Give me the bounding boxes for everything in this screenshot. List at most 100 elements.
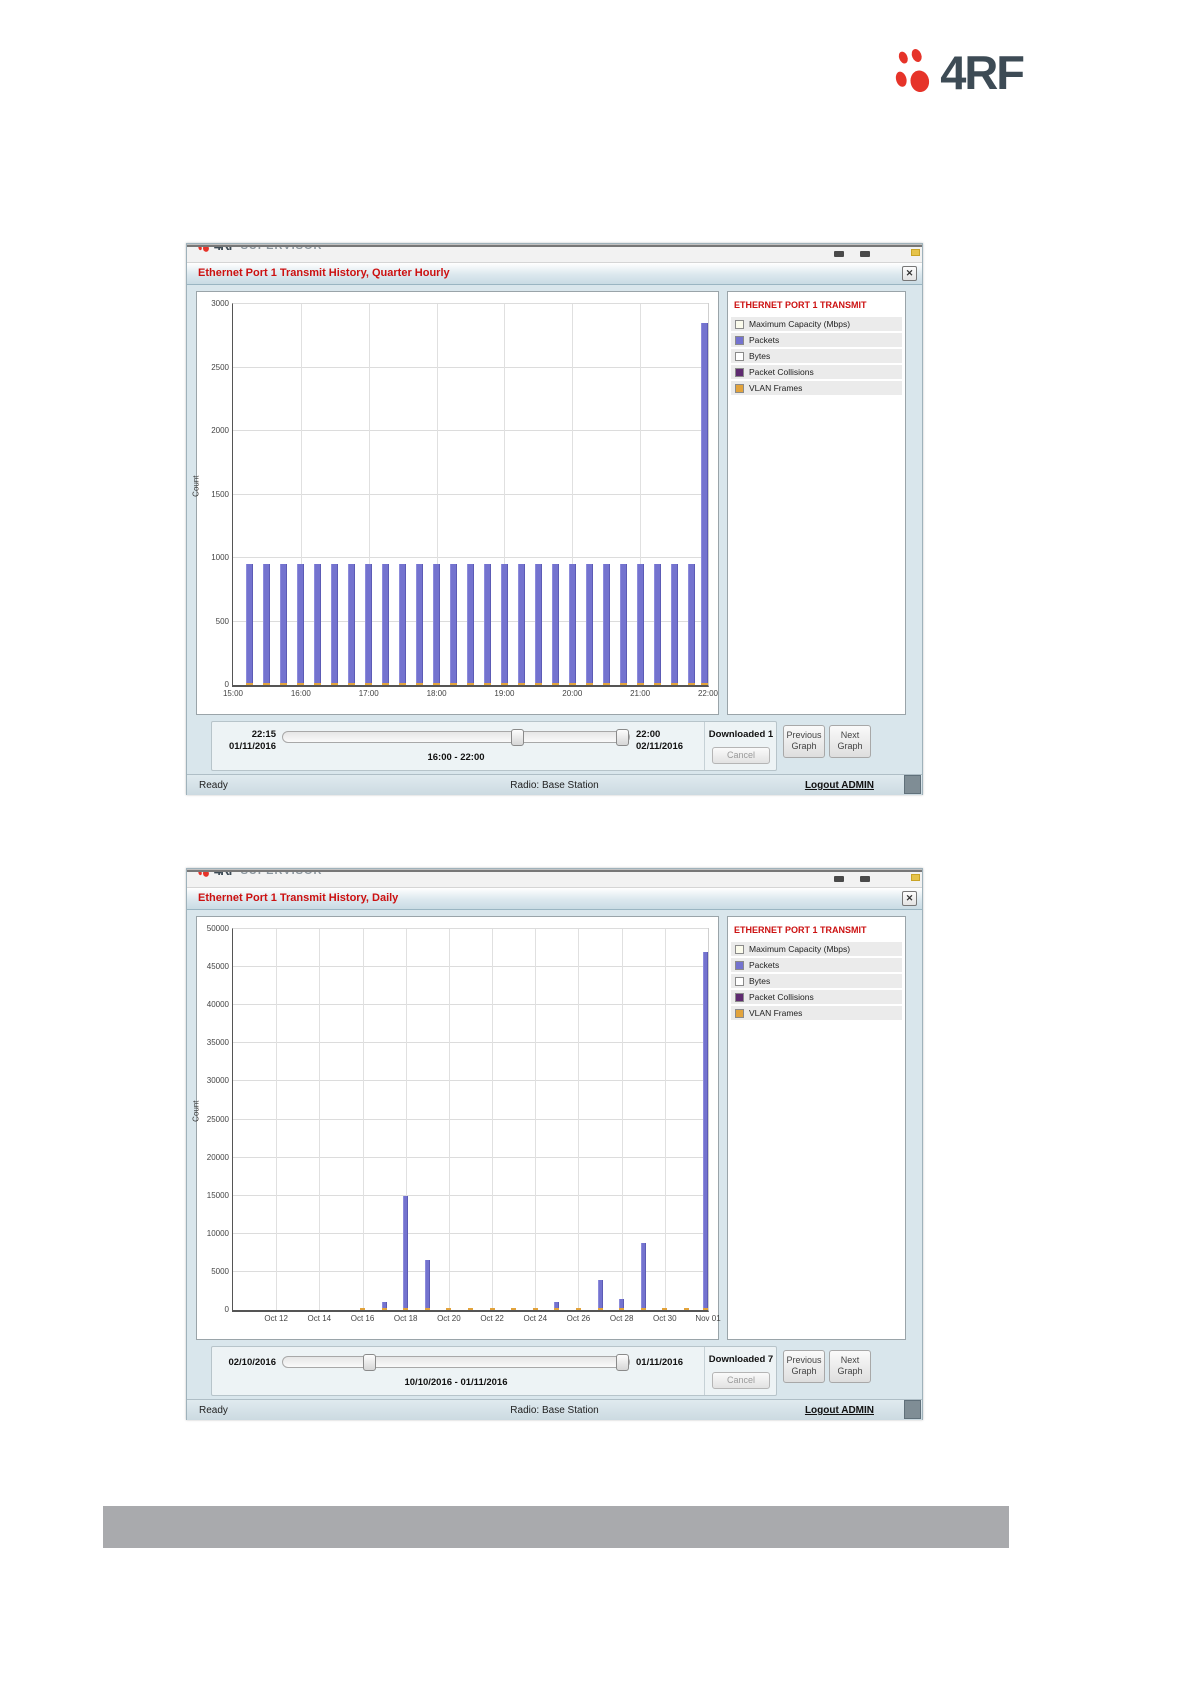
x-tick-label: Oct 20	[437, 1314, 461, 1323]
legend-swatch-icon	[735, 992, 744, 1002]
logout-link[interactable]: Logout ADMIN	[805, 780, 874, 791]
app-brand: 4RF	[214, 247, 237, 253]
cancel-button[interactable]: Cancel	[712, 747, 770, 764]
bar	[348, 564, 356, 685]
slider-thumb-right[interactable]	[616, 1354, 629, 1371]
slider-thumb-left[interactable]	[511, 729, 525, 746]
bar	[382, 564, 390, 685]
slider-thumb-right[interactable]	[616, 729, 629, 746]
legend-label: Bytes	[749, 976, 771, 986]
gridline	[578, 929, 580, 1310]
legend-swatch-icon	[735, 1008, 744, 1018]
y-tick-label: 50000	[206, 924, 229, 933]
cancel-button[interactable]: Cancel	[712, 1372, 770, 1389]
legend-item: Maximum Capacity (Mbps)	[731, 317, 902, 331]
gridline	[233, 493, 708, 495]
vlan-frames-mark	[246, 683, 254, 685]
vlan-frames-mark	[403, 1308, 409, 1310]
app-name: SUPERVISOR	[241, 872, 323, 877]
y-tick-label: 20000	[206, 1152, 229, 1162]
y-tick-label: 3000	[211, 299, 229, 308]
range-end-date: 02/11/2016	[636, 741, 684, 752]
bar	[297, 564, 305, 685]
close-icon[interactable]: ✕	[902, 266, 917, 281]
y-tick-label: 0	[224, 680, 229, 689]
range-end-date: 01/11/2016	[636, 1357, 684, 1368]
x-tick-label: Oct 14	[307, 1314, 332, 1323]
x-tick-label: Oct 12	[264, 1314, 288, 1323]
vlan-frames-mark	[585, 683, 593, 685]
vlan-frames-mark	[517, 683, 525, 685]
x-tick-label: Oct 26	[566, 1314, 591, 1323]
next-graph-button[interactable]: Next Graph	[829, 725, 871, 758]
dialog-body: Count 0 500 1000 1500 2000 2500 3000 15:00 16:00…	[187, 285, 922, 795]
gridline	[233, 366, 708, 368]
bar	[703, 951, 708, 1310]
dialog-daily: 4RF SUPERVISOR Ethernet Port 1 Transmit …	[186, 868, 923, 1420]
gridline	[233, 1270, 708, 1272]
vlan-frames-mark	[416, 683, 424, 685]
vlan-frames-mark	[381, 1308, 387, 1310]
gridline	[233, 928, 708, 929]
bar	[314, 564, 322, 685]
vlan-frames-mark	[602, 683, 610, 685]
x-tick-label: Oct 30	[653, 1314, 677, 1323]
bar	[640, 1242, 646, 1310]
vlan-frames-mark	[640, 1308, 646, 1310]
legend-panel: ETHERNET PORT 1 TRANSMIT Maximum Capacit…	[727, 916, 906, 1340]
vlan-frames-mark	[360, 1308, 366, 1310]
logout-link[interactable]: Logout ADMIN	[805, 1405, 874, 1416]
vlan-frames-mark	[636, 683, 644, 685]
bar	[534, 564, 542, 685]
dialog-body: Count 0 5000 10000 15000 20000 25000 30000 3500…	[187, 910, 922, 1420]
legend-item: Packet Collisions	[731, 990, 902, 1004]
selected-range-label: 16:00 - 22:00	[427, 752, 485, 763]
vlan-frames-mark	[568, 683, 576, 685]
legend-label: Maximum Capacity (Mbps)	[749, 319, 851, 329]
slider-thumb-left[interactable]	[362, 1354, 376, 1371]
gridline	[233, 1042, 708, 1044]
previous-graph-button[interactable]: Previous Graph	[783, 725, 825, 758]
vlan-frames-mark	[489, 1308, 495, 1310]
x-tick-label: 19:00	[494, 689, 515, 698]
bar-chart-daily: 0 5000 10000 15000 20000 25000 30000 35000 40000…	[207, 924, 721, 1323]
vlan-frames-mark	[670, 683, 678, 685]
divider	[704, 1347, 705, 1395]
y-tick-label: 10000	[206, 1228, 229, 1238]
vlan-frames-mark	[331, 683, 339, 685]
close-icon[interactable]: ✕	[902, 891, 917, 906]
bar	[246, 564, 254, 685]
gridline	[233, 303, 708, 304]
bar	[424, 1259, 430, 1310]
vlan-frames-mark	[280, 683, 288, 685]
4rf-logo-icon	[895, 49, 930, 93]
legend-label: Packet Collisions	[749, 992, 814, 1002]
gridline	[448, 929, 450, 1310]
bar-chart-quarter-hourly: 0 500 1000 1500 2000 2500 3000 15:00 16:00 17:00 1…	[211, 299, 718, 698]
y-tick-label: 2500	[211, 362, 229, 372]
vlan-frames-mark	[450, 683, 458, 685]
legend-item: Bytes	[731, 974, 902, 988]
resize-grip[interactable]	[904, 775, 921, 794]
vlan-frames-mark	[433, 683, 441, 685]
resize-grip[interactable]	[904, 1400, 921, 1419]
y-tick-label: 40000	[206, 1000, 229, 1010]
vlan-frames-mark	[662, 1308, 668, 1310]
vlan-frames-mark	[314, 683, 322, 685]
bar	[619, 564, 627, 685]
vlan-frames-mark	[424, 1308, 430, 1310]
vlan-frames-mark	[551, 683, 559, 685]
downloaded-status: Downloaded 1	[708, 729, 774, 740]
app-toolbar-icon	[860, 251, 870, 257]
gridline	[233, 1118, 708, 1120]
range-start-label: 22:15 01/11/2016	[216, 729, 276, 753]
time-range-slider[interactable]	[282, 1354, 630, 1371]
bar	[263, 564, 271, 685]
legend-item: Bytes	[731, 349, 902, 363]
next-graph-button[interactable]: Next Graph	[829, 1350, 871, 1383]
gridline	[233, 1156, 708, 1158]
time-range-slider[interactable]	[282, 729, 630, 746]
bar	[568, 564, 576, 685]
x-tick-label: Oct 16	[350, 1314, 375, 1323]
previous-graph-button[interactable]: Previous Graph	[783, 1350, 825, 1383]
